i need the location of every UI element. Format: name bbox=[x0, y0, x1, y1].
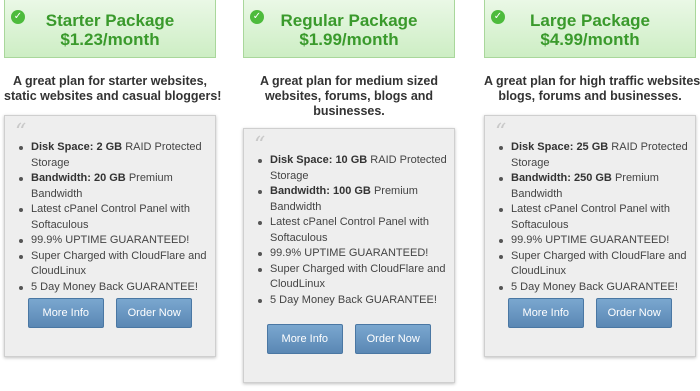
feature-item: Disk Space: 10 GB RAID Protected Storage bbox=[256, 153, 448, 184]
more-info-button[interactable]: More Info bbox=[266, 324, 343, 354]
order-now-button[interactable]: Order Now bbox=[116, 298, 193, 328]
feature-card: “ Disk Space: 25 GB RAID Protected Stora… bbox=[484, 115, 696, 357]
feature-item: Latest cPanel Control Panel with Softacu… bbox=[17, 202, 209, 233]
button-row: More Info Order Now bbox=[244, 324, 454, 354]
package-price: $4.99/month bbox=[540, 30, 640, 49]
feature-item: Super Charged with CloudFlare and CloudL… bbox=[17, 249, 209, 280]
feature-list: Disk Space: 25 GB RAID Protected Storage… bbox=[497, 140, 689, 295]
feature-card: “ Disk Space: 2 GB RAID Protected Storag… bbox=[4, 115, 216, 357]
checkmark-icon: ✓ bbox=[250, 10, 264, 24]
package-starter: ✓ Starter Package $1.23/month A great pl… bbox=[4, 0, 222, 357]
feature-item: Bandwidth: 100 GB Premium Bandwidth bbox=[256, 184, 448, 215]
feature-item: Bandwidth: 20 GB Premium Bandwidth bbox=[17, 171, 209, 202]
package-description: A great plan for starter websites, stati… bbox=[4, 74, 222, 103]
more-info-button[interactable]: More Info bbox=[507, 298, 584, 328]
feature-item: 99.9% UPTIME GUARANTEED! bbox=[17, 233, 209, 249]
package-name: Regular Package bbox=[280, 11, 418, 30]
feature-item: 99.9% UPTIME GUARANTEED! bbox=[497, 233, 689, 249]
feature-list: Disk Space: 10 GB RAID Protected Storage… bbox=[256, 153, 448, 308]
feature-item: Super Charged with CloudFlare and CloudL… bbox=[497, 249, 689, 280]
feature-item: Super Charged with CloudFlare and CloudL… bbox=[256, 262, 448, 293]
feature-item: 99.9% UPTIME GUARANTEED! bbox=[256, 246, 448, 262]
more-info-button[interactable]: More Info bbox=[27, 298, 104, 328]
feature-item: 5 Day Money Back GUARANTEE! bbox=[256, 293, 448, 309]
feature-card: “ Disk Space: 10 GB RAID Protected Stora… bbox=[243, 128, 455, 383]
feature-item: Disk Space: 2 GB RAID Protected Storage bbox=[17, 140, 209, 171]
feature-item: 5 Day Money Back GUARANTEE! bbox=[497, 280, 689, 296]
feature-item: Disk Space: 25 GB RAID Protected Storage bbox=[497, 140, 689, 171]
package-regular: ✓ Regular Package $1.99/month A great pl… bbox=[243, 0, 455, 383]
checkmark-icon: ✓ bbox=[11, 10, 25, 24]
feature-item: Latest cPanel Control Panel with Softacu… bbox=[497, 202, 689, 233]
package-name: Large Package bbox=[529, 11, 650, 30]
feature-item: Latest cPanel Control Panel with Softacu… bbox=[256, 215, 448, 246]
feature-item: Bandwidth: 250 GB Premium Bandwidth bbox=[497, 171, 689, 202]
package-description: A great plan for medium sized websites, … bbox=[259, 74, 439, 118]
package-header: ✓ Starter Package $1.23/month bbox=[4, 0, 216, 58]
button-row: More Info Order Now bbox=[5, 298, 215, 328]
checkmark-icon: ✓ bbox=[491, 10, 505, 24]
package-price: $1.99/month bbox=[299, 30, 399, 49]
package-large: ✓ Large Package $4.99/month A great plan… bbox=[484, 0, 700, 357]
package-price: $1.23/month bbox=[60, 30, 160, 49]
order-now-button[interactable]: Order Now bbox=[596, 298, 673, 328]
feature-list: Disk Space: 2 GB RAID Protected Storage … bbox=[17, 140, 209, 295]
package-header: ✓ Large Package $4.99/month bbox=[484, 0, 696, 58]
package-name: Starter Package bbox=[45, 11, 175, 30]
button-row: More Info Order Now bbox=[485, 298, 695, 328]
order-now-button[interactable]: Order Now bbox=[355, 324, 432, 354]
feature-item: 5 Day Money Back GUARANTEE! bbox=[17, 280, 209, 296]
package-header: ✓ Regular Package $1.99/month bbox=[243, 0, 455, 58]
package-description: A great plan for high traffic websites, … bbox=[484, 74, 700, 103]
